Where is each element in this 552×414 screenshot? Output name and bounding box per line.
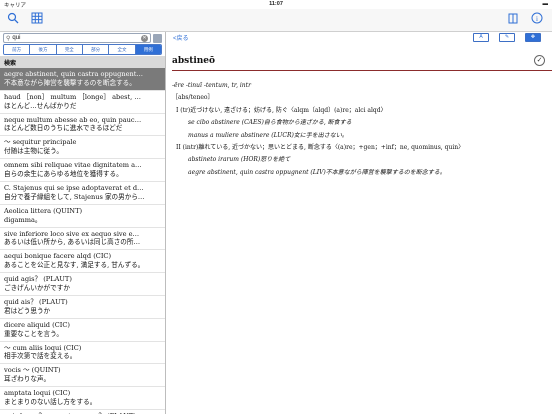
list-item[interactable]: dicere aliquid (CIC) 重要なことを言う。	[0, 319, 165, 342]
clear-icon[interactable]: ✕	[141, 34, 148, 42]
search-small-icon: ⚲	[6, 35, 11, 42]
list-item[interactable]: omnem sibi reliquae vitae dignitatem a… 自…	[0, 159, 165, 182]
svg-text:i: i	[536, 15, 538, 23]
search-input[interactable]: ⚲ qui ✕	[3, 33, 151, 43]
list-item-latin: haud ［non］ multum ［longe］ abest, …	[4, 92, 141, 101]
list-item-latin: vocis ～ (QUINT)	[4, 366, 61, 375]
battery-icon: ▬	[542, 1, 549, 7]
list-item-latin: amptata loqui (CIC)	[4, 389, 71, 398]
divider	[172, 70, 552, 71]
list-item[interactable]: ～ cum aliis loqui (CIC) 相手次第で話を変える。	[0, 342, 165, 365]
entry-example: abstineto irarum (HOR)怒りを絶て	[188, 156, 291, 164]
list-item-translation: 自分で養子縁組をして, Stajenus 家の男から…	[4, 192, 145, 201]
font-size-button[interactable]: A	[473, 33, 489, 42]
search-row: ⚲ qui ✕	[0, 32, 165, 44]
status-bar: キャリア 11:07 ▬	[0, 0, 552, 9]
list-item[interactable]: neque multum abesse ab eo, quin pauc… ほとん…	[0, 114, 165, 137]
list-item-translation: digamma。	[4, 215, 42, 224]
clock: 11:07	[269, 1, 283, 7]
list-item[interactable]: haud ［non］ multum ［longe］ abest, … ほとんど…せ…	[0, 91, 165, 114]
list-item[interactable]: sive inferiore loco sive ex aequo sive e…	[0, 228, 165, 251]
list-item[interactable]: amptata loqui (CIC) まとまりのない話し方をする。	[0, 387, 165, 410]
list-item[interactable]: aequi bonique facere alqd (CIC) あることを公正と見…	[0, 250, 165, 274]
list-item-translation: 重要なことを言う。	[4, 329, 63, 338]
list-item-latin: ～ sequitur principale	[4, 138, 77, 147]
grid-icon[interactable]	[30, 12, 44, 26]
list-item-translation: 相手次第で話を変える。	[4, 352, 77, 361]
list-item-translation: 付随は主物に従う。	[4, 147, 63, 156]
list-item-translation: まとまりのない話し方をする。	[4, 397, 97, 406]
panel-toggle-button[interactable]	[153, 33, 162, 43]
list-item-latin: dicere aliquid (CIC)	[4, 320, 70, 329]
tab-mode-fulltext[interactable]: 全文	[109, 45, 136, 54]
book-icon[interactable]	[506, 12, 520, 26]
move-button[interactable]: ✥	[525, 33, 541, 42]
search-panel: ⚲ qui ✕ 前方 後方 完全 部分 全文 用例 検索 aegre absti…	[0, 32, 166, 414]
list-item-latin: C. Stajenus qui se ipse adoptaverat et d…	[4, 183, 144, 192]
tab-mode-examples[interactable]: 用例	[135, 45, 161, 54]
list-item-translation: ほとんど…せんばかりだ	[4, 101, 77, 110]
info-icon[interactable]: i	[530, 12, 544, 26]
back-button[interactable]: <戻る	[173, 33, 189, 42]
results-section-header: 検索	[0, 56, 165, 68]
bookmark-check-button[interactable]: ✓	[534, 55, 545, 66]
results-list: aegre abstinent, quin castra oppugnent… 不…	[0, 68, 165, 414]
list-item-latin: quid agis？ (PLAUT)	[4, 275, 72, 284]
entry-example: se cibo abstinere (CAES)自ら食物から遠ざかる, 断食する	[188, 119, 352, 127]
search-input-value: qui	[12, 35, 21, 41]
list-item[interactable]: ～ sequitur principale 付随は主物に従う。	[0, 136, 165, 160]
list-item-translation: ほとんど数日のうちに進水できるほどだ	[4, 124, 123, 133]
list-item-latin: Aeolica littera (QUINT)	[4, 206, 83, 215]
entry-etymology: ［abs/teneo］	[172, 94, 214, 102]
list-item[interactable]: quid ais？ (PLAUT) 君はどう思うか	[0, 296, 165, 319]
tab-mode-exact[interactable]: 完全	[56, 45, 83, 54]
top-toolbar: i	[0, 9, 552, 32]
search-mode-tabs: 前方 後方 完全 部分 全文 用例	[3, 44, 162, 55]
list-item-latin: aequi bonique facere alqd (CIC)	[4, 252, 112, 261]
list-item-translation: ごきげんいかがですか	[4, 283, 70, 292]
entry-example: manus a muliere abstinere (LUCR)女に手を出さない…	[188, 131, 348, 139]
list-item-latin: aegre abstinent, quin castra oppugnent…	[4, 70, 144, 78]
entry-example: aegre abstinent, quin castra oppugnent (…	[188, 168, 446, 176]
list-item[interactable]: quis homo？ ～ gnatus meus？ (PLAUT)そいつは誰だ？…	[0, 410, 165, 414]
tab-mode-backward[interactable]: 後方	[30, 45, 57, 54]
list-item[interactable]: quid agis？ (PLAUT) ごきげんいかがですか	[0, 273, 165, 296]
list-item-translation: 不本意ながら陣営を襲撃するのを断念する。	[4, 78, 136, 87]
list-item-translation: あることを公正と見なす, 満足する, 甘んずる。	[4, 261, 145, 270]
headword: abstineō	[172, 56, 216, 66]
edit-button[interactable]: ✎	[499, 33, 515, 42]
list-item-translation: あるいは低い所から, あるいは同じ高さの所…	[4, 238, 141, 247]
entry-panel: <戻る A ✎ ✥ abstineō ✓ -ēre -tinuī -tentum…	[167, 32, 552, 414]
tab-mode-forward[interactable]: 前方	[4, 45, 31, 54]
list-item[interactable]: vocis ～ (QUINT) 耳ざわりな声。	[0, 364, 165, 388]
list-item-latin: ～ cum aliis loqui (CIC)	[4, 343, 82, 352]
list-item-latin: omnem sibi reliquae vitae dignitatem a…	[4, 161, 142, 170]
entry-body: -ēre -tinuī -tentum, tr, intr ［abs/teneo…	[172, 80, 544, 179]
entry-sense-2: II (intr)離れている, 近づかない；思いとどまる, 断念する〈(a)re…	[176, 144, 465, 152]
list-item[interactable]: C. Stajenus qui se ipse adoptaverat et d…	[0, 182, 165, 205]
entry-toolbar: <戻る A ✎ ✥	[167, 32, 552, 44]
list-item-latin: quid ais？ (PLAUT)	[4, 297, 68, 306]
list-item-translation: 耳ざわりな声。	[4, 375, 51, 384]
list-item[interactable]: Aeolica littera (QUINT) digamma。	[0, 205, 165, 228]
list-item-latin: neque multum abesse ab eo, quin pauc…	[4, 115, 142, 124]
list-item[interactable]: aegre abstinent, quin castra oppugnent… 不…	[0, 68, 165, 91]
search-icon[interactable]	[6, 12, 20, 26]
tab-mode-partial[interactable]: 部分	[82, 45, 110, 54]
list-item-translation: 自らの余生にあらゆる地位を獲得する。	[4, 169, 123, 178]
list-item-latin: sive inferiore loco sive ex aequo sive e…	[4, 229, 140, 238]
entry-sense-1: I (tr)近づけない, 遠ざける；妨げる, 防ぐ〈alqm〔alqd〕(a)r…	[176, 106, 387, 114]
list-item-translation: 君はどう思うか	[4, 306, 51, 315]
entry-inflection: -ēre -tinuī -tentum, tr, intr	[172, 82, 251, 89]
